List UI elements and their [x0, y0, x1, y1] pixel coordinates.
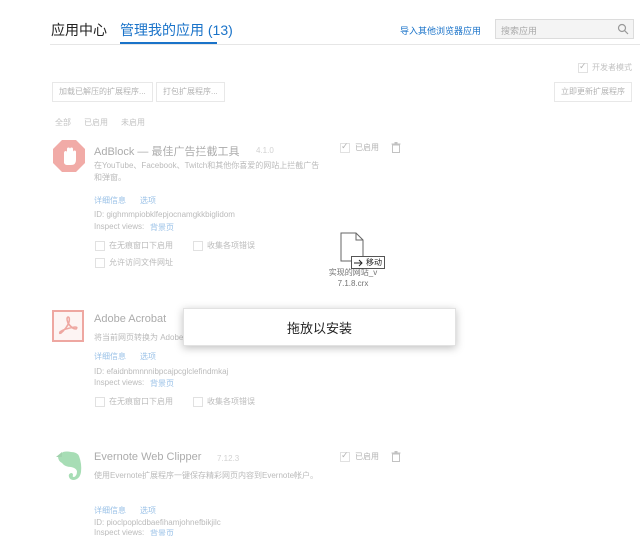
file-access-label: 允许访问文件网址: [109, 258, 173, 267]
enabled-checkbox[interactable]: [340, 141, 350, 153]
filter-enabled[interactable]: 已启用: [84, 117, 108, 128]
background-page-link[interactable]: 背景页: [150, 528, 174, 536]
extension-id: ID: gighmmpiobklfepjocnamgkkbiglidom: [94, 210, 235, 219]
background-page-link[interactable]: 背景页: [150, 378, 174, 389]
inspect-views-label: Inspect views:: [94, 222, 145, 231]
extension-version: 7.12.3: [217, 454, 240, 463]
pack-extension-button[interactable]: 打包扩展程序...: [156, 82, 225, 102]
file-access-checkbox[interactable]: [95, 257, 105, 268]
evernote-logo-icon: [56, 451, 82, 480]
dragged-file-name: 实现的网站_v 7.1.8.crx: [318, 267, 388, 289]
inspect-views-label: Inspect views:: [94, 528, 145, 536]
enabled-toggle[interactable]: 已启用: [340, 450, 379, 462]
dev-mode-label: 开发者模式: [592, 63, 632, 72]
file-name-line-1: 实现的网站_v: [328, 268, 378, 277]
details-link[interactable]: 详细信息: [94, 195, 126, 206]
incognito-label: 在无痕窗口下启用: [109, 397, 173, 406]
details-link[interactable]: 详细信息: [94, 351, 126, 362]
search-icon[interactable]: [617, 23, 629, 35]
header-divider: [50, 44, 640, 45]
file-access-option[interactable]: 允许访问文件网址: [95, 257, 173, 268]
file-name-line-2: 7.1.8.crx: [337, 279, 369, 288]
extension-version: 4.1.0: [256, 146, 274, 155]
extension-name: Evernote Web Clipper: [94, 451, 202, 463]
collect-errors-label: 收集各项错误: [207, 397, 255, 406]
load-unpacked-button[interactable]: 加载已解压的扩展程序...: [52, 82, 153, 102]
collect-errors-option[interactable]: 收集各项错误: [193, 396, 255, 407]
adblock-logo-icon: [53, 140, 85, 172]
drop-to-install-zone[interactable]: 拖放以安装: [183, 308, 456, 346]
import-browser-apps-link[interactable]: 导入其他浏览器应用: [400, 24, 481, 37]
enabled-toggle[interactable]: 已启用: [340, 141, 379, 153]
acrobat-logo-icon: [52, 310, 84, 342]
collect-errors-label: 收集各项错误: [207, 241, 255, 250]
enabled-label: 已启用: [355, 143, 379, 152]
dev-mode-toggle[interactable]: 开发者模式: [578, 61, 632, 73]
trash-icon[interactable]: [391, 142, 401, 153]
extension-name: AdBlock — 最佳广告拦截工具: [94, 146, 240, 158]
collect-errors-checkbox[interactable]: [193, 240, 203, 251]
options-link[interactable]: 选项: [140, 505, 156, 516]
extension-id: ID: pioclpoplcdbaefihamjohnefbikjilc: [94, 518, 221, 527]
tab-app-center[interactable]: 应用中心: [51, 20, 107, 40]
update-now-button[interactable]: 立即更新扩展程序: [554, 82, 632, 102]
enabled-checkbox[interactable]: [340, 450, 350, 462]
search-input[interactable]: 搜索应用: [495, 19, 634, 39]
incognito-checkbox[interactable]: [95, 240, 105, 251]
options-link[interactable]: 选项: [140, 195, 156, 206]
dev-mode-checkbox[interactable]: [578, 61, 588, 73]
incognito-checkbox[interactable]: [95, 396, 105, 407]
collect-errors-checkbox[interactable]: [193, 396, 203, 407]
incognito-label: 在无痕窗口下启用: [109, 241, 173, 250]
options-link[interactable]: 选项: [140, 351, 156, 362]
incognito-option[interactable]: 在无痕窗口下启用: [95, 240, 173, 251]
collect-errors-option[interactable]: 收集各项错误: [193, 240, 255, 251]
extension-id: ID: efaidnbmnnnibpcajpcglclefindmkaj: [94, 367, 229, 376]
background-page-link[interactable]: 背景页: [150, 222, 174, 233]
drop-to-install-label: 拖放以安装: [286, 320, 352, 336]
tab-manage-apps[interactable]: 管理我的应用 (13): [120, 20, 233, 40]
extension-name: Adobe Acrobat: [94, 313, 167, 325]
inspect-views-label: Inspect views:: [94, 378, 145, 387]
acrobat-glyph-icon: [58, 316, 78, 335]
trash-icon[interactable]: [391, 451, 401, 462]
search-placeholder: 搜索应用: [501, 26, 538, 36]
filter-all[interactable]: 全部: [55, 117, 71, 128]
enabled-label: 已启用: [355, 452, 379, 461]
extension-description: 在YouTube、Facebook、Twitch和其他你喜爱的网站上拦截广告和弹…: [94, 161, 320, 182]
arrow-right-icon: [354, 259, 363, 266]
details-link[interactable]: 详细信息: [94, 505, 126, 516]
incognito-option[interactable]: 在无痕窗口下启用: [95, 396, 173, 407]
filter-disabled[interactable]: 未启用: [121, 117, 145, 128]
extension-description: 使用Evernote扩展程序一键保存精彩网页内容到Evernote帐户。: [94, 471, 319, 480]
